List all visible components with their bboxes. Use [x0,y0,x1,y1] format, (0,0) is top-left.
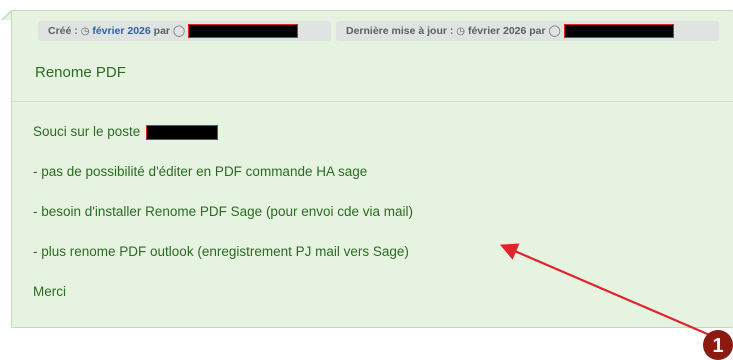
annotation-overlay: 1 [499,243,733,360]
annotation-badge-number: 1 [712,335,723,357]
annotation-arrow [499,243,713,338]
